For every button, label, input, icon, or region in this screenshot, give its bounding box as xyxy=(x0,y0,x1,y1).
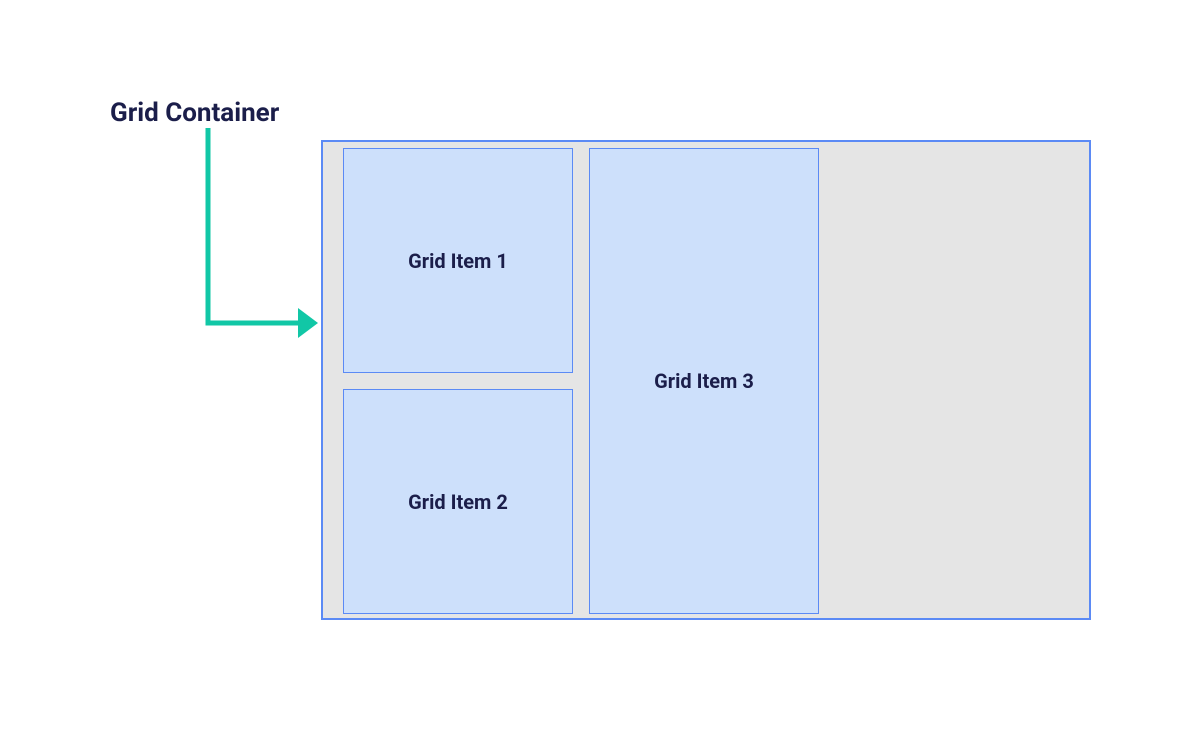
grid-item-1: Grid Item 1 xyxy=(343,148,573,373)
diagram-title: Grid Container xyxy=(110,98,279,128)
grid-container: Grid Item 1 Grid Item 2 Grid Item 3 xyxy=(321,140,1091,620)
grid-item-3-label: Grid Item 3 xyxy=(654,369,754,393)
grid-item-2: Grid Item 2 xyxy=(343,389,573,614)
grid-inner: Grid Item 1 Grid Item 2 Grid Item 3 xyxy=(323,142,1089,618)
grid-item-3: Grid Item 3 xyxy=(589,148,819,614)
grid-item-2-label: Grid Item 2 xyxy=(408,490,508,514)
grid-item-1-label: Grid Item 1 xyxy=(408,249,508,273)
pointer-arrow-icon xyxy=(203,128,333,348)
